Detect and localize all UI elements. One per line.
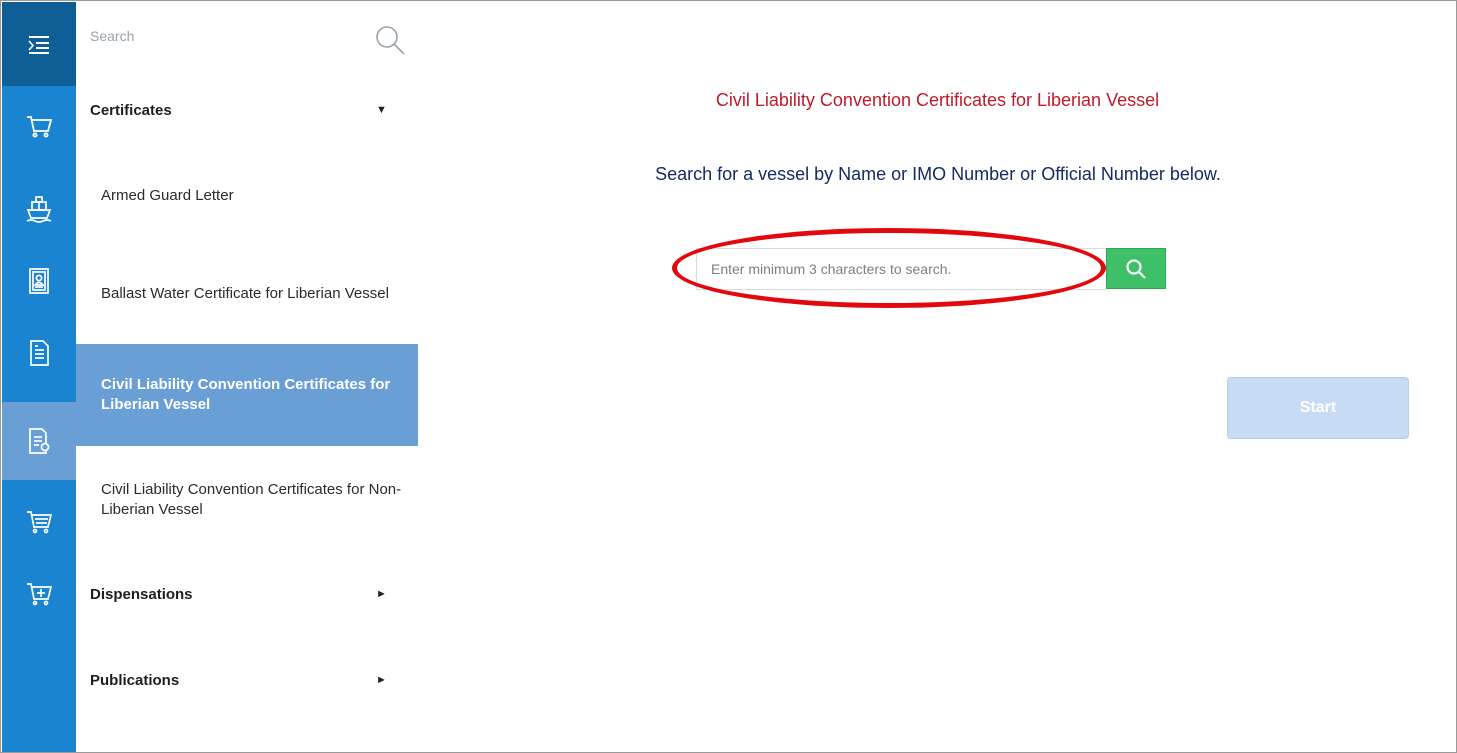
menu-group-dispensations[interactable]: Dispensations ► [76, 574, 418, 614]
menu-item-label: Ballast Water Certificate for Liberian V… [101, 284, 389, 302]
id-card-icon [29, 268, 49, 294]
menu-item-clc-non-liberian[interactable]: Civil Liability Convention Certificates … [76, 462, 418, 538]
rail-orders-button[interactable] [2, 486, 76, 556]
menu-toggle-icon [2, 2, 76, 86]
menu-item-label: Civil Liability Convention Certificates … [101, 375, 391, 413]
certificate-icon [29, 428, 50, 454]
menu-toggle-button[interactable] [2, 2, 76, 86]
rail-id-button[interactable] [2, 246, 76, 316]
caret-right-icon: ► [376, 588, 387, 600]
rail-certificates-button[interactable] [2, 402, 76, 480]
menu-group-label: Dispensations [90, 585, 193, 603]
ship-icon [26, 196, 52, 223]
menu-group-certificates[interactable]: Certificates ▼ [76, 90, 418, 130]
vessel-search-button[interactable] [1106, 248, 1166, 289]
menu-search-input[interactable] [90, 16, 380, 56]
vessel-search-input[interactable] [697, 249, 1106, 289]
side-menu: Certificates ▼ Armed Guard Letter Ballas… [76, 2, 418, 752]
menu-group-label: Publications [90, 671, 180, 689]
menu-search [76, 2, 418, 74]
rail-documents-button[interactable] [2, 318, 76, 388]
search-icon[interactable] [374, 24, 406, 56]
icon-rail [2, 2, 76, 752]
rail-add-order-button[interactable] [2, 558, 76, 628]
start-button[interactable]: Start [1227, 377, 1409, 439]
menu-item-label: Armed Guard Letter [101, 186, 234, 204]
document-icon [30, 340, 49, 366]
main-content: Civil Liability Convention Certificates … [418, 2, 1456, 752]
caret-right-icon: ► [376, 674, 387, 686]
rail-vessel-button[interactable] [2, 174, 76, 244]
page-instructions: Search for a vessel by Name or IMO Numbe… [655, 164, 1221, 184]
menu-item-label: Civil Liability Convention Certificates … [101, 480, 402, 518]
menu-group-publications[interactable]: Publications ► [76, 660, 418, 700]
cart-add-icon [27, 583, 53, 606]
page-title: Civil Liability Convention Certificates … [715, 90, 1160, 110]
menu-item-ballast-water[interactable]: Ballast Water Certificate for Liberian V… [76, 258, 418, 330]
vessel-search-field [696, 248, 1106, 290]
menu-group-label: Certificates [90, 101, 172, 119]
search-icon [1126, 258, 1146, 279]
cart-list-icon [27, 511, 53, 534]
cart-icon [27, 116, 53, 138]
menu-item-clc-liberian[interactable]: Civil Liability Convention Certificates … [76, 344, 418, 446]
caret-down-icon: ▼ [376, 104, 387, 116]
menu-item-armed-guard-letter[interactable]: Armed Guard Letter [76, 174, 418, 218]
rail-cart-button[interactable] [2, 90, 76, 160]
app-frame: Certificates ▼ Armed Guard Letter Ballas… [0, 0, 1457, 753]
